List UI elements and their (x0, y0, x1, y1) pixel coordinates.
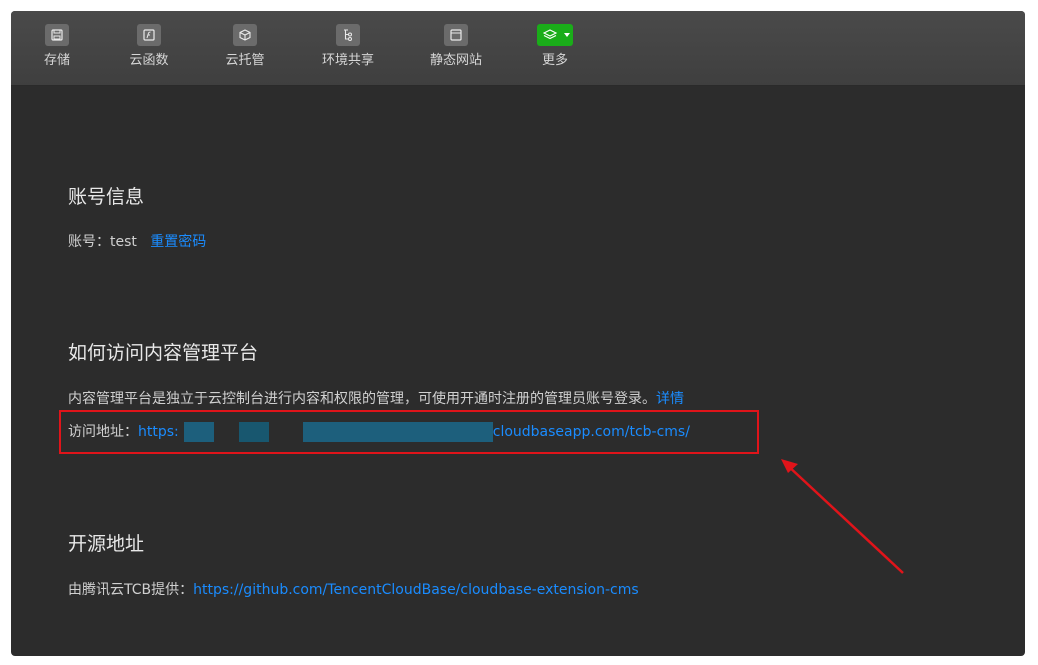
account-row: 账号：test 重置密码 (68, 231, 206, 251)
cloud-function-label: 云函数 (129, 53, 169, 68)
app-window: 存储 云函数 云托管 环境共享 静态网站 更多 账号信息 账号：test 重置密… (11, 11, 1025, 656)
browser-window-icon (444, 24, 468, 46)
github-link[interactable]: https://github.com/TencentCloudBase/clou… (193, 582, 639, 598)
cloud-hosting-button[interactable]: 云托管 (210, 24, 280, 80)
storage-label: 存储 (43, 53, 70, 68)
opensource-label: 由腾讯云TCB提供： (68, 582, 194, 598)
layers-icon (537, 24, 573, 46)
static-site-button[interactable]: 静态网站 (421, 24, 491, 80)
annotation-arrow-icon (781, 459, 904, 574)
share-tree-icon (336, 24, 360, 46)
access-section-title: 如何访问内容管理平台 (68, 342, 259, 364)
access-description-row: 内容管理平台是独立于云控制台进行内容和权限的管理，可使用开通时注册的管理员账号登… (68, 388, 684, 408)
toolbar: 存储 云函数 云托管 环境共享 静态网站 更多 (11, 11, 1025, 86)
cloud-hosting-label: 云托管 (225, 53, 265, 68)
reset-password-link[interactable]: 重置密码 (150, 234, 206, 250)
account-label: 账号： (68, 234, 110, 250)
access-description: 内容管理平台是独立于云控制台进行内容和权限的管理，可使用开通时注册的管理员账号登… (68, 391, 656, 407)
opensource-section-title: 开源地址 (68, 533, 145, 555)
opensource-row: 由腾讯云TCB提供：https://github.com/TencentClou… (68, 579, 639, 599)
account-username: test (110, 234, 137, 250)
static-site-label: 静态网站 (429, 53, 482, 68)
more-label: 更多 (541, 53, 568, 68)
storage-icon (45, 24, 69, 46)
function-icon (137, 24, 161, 46)
storage-button[interactable]: 存储 (22, 24, 92, 80)
chevron-down-icon (564, 33, 570, 37)
env-share-label: 环境共享 (321, 53, 374, 68)
annotation-highlight-box (59, 410, 759, 454)
more-button[interactable]: 更多 (520, 24, 590, 80)
env-share-button[interactable]: 环境共享 (313, 24, 383, 80)
main-content: 账号信息 账号：test 重置密码 如何访问内容管理平台 内容管理平台是独立于云… (11, 86, 1025, 656)
cube-icon (233, 24, 257, 46)
cloud-function-button[interactable]: 云函数 (114, 24, 184, 80)
details-link[interactable]: 详情 (656, 391, 684, 407)
account-section-title: 账号信息 (68, 186, 145, 208)
